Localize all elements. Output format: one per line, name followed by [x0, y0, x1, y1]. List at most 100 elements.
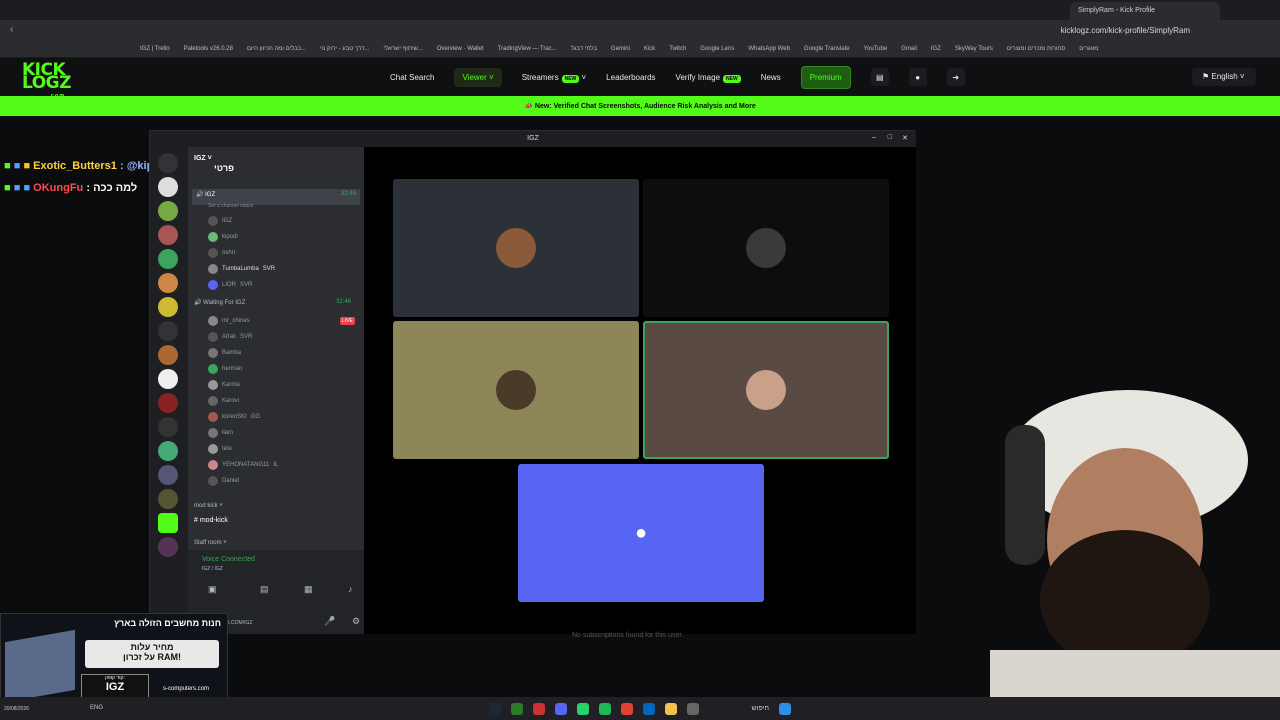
voice-member[interactable]: kipodi: [208, 231, 238, 243]
chart-icon[interactable]: ▤: [870, 68, 889, 86]
server-icon[interactable]: [158, 441, 178, 461]
mic-icon[interactable]: 🎤: [324, 616, 335, 627]
voice-member[interactable]: LIOR SVR: [208, 279, 252, 291]
maximize-icon[interactable]: □: [888, 134, 892, 141]
video-tile[interactable]: [393, 321, 639, 459]
bookmark[interactable]: מאגרים: [1079, 46, 1098, 57]
screen-share-icon[interactable]: ▤: [260, 584, 269, 595]
bookmark[interactable]: Google Translate: [804, 46, 850, 57]
bookmark[interactable]: TradingView — Trac...: [498, 46, 557, 57]
server-icon[interactable]: [158, 537, 178, 557]
taskbar-search[interactable]: חיפוש: [709, 705, 769, 712]
category-mod-kick[interactable]: mod kick ˅: [194, 503, 223, 509]
voice-member[interactable]: Afrak SVR: [208, 331, 252, 343]
voice-member[interactable]: tete: [208, 443, 232, 455]
minimize-icon[interactable]: –: [872, 134, 876, 141]
app-icon[interactable]: [533, 702, 545, 715]
server-name[interactable]: IGZ ˅: [194, 155, 212, 162]
app-icon[interactable]: [555, 702, 567, 715]
premium-button[interactable]: Premium: [800, 65, 851, 89]
bookmark[interactable]: SkyWay Tours: [955, 46, 993, 57]
nav-chat-search[interactable]: Chat Search: [390, 73, 434, 82]
camera-off-icon[interactable]: ▣: [208, 584, 217, 595]
server-icon[interactable]: [158, 177, 178, 197]
voice-member[interactable]: herman: [208, 363, 242, 375]
bookmark[interactable]: שיתוף ישראלי...: [383, 46, 422, 57]
windows-start-icon[interactable]: [779, 702, 791, 715]
discord-home-icon[interactable]: [158, 153, 178, 173]
discord-icon[interactable]: ●: [908, 68, 927, 86]
voice-member[interactable]: Karma: [208, 379, 240, 391]
bookmark[interactable]: IGZ: [931, 46, 941, 57]
kick-server-icon[interactable]: [158, 513, 178, 533]
video-tile[interactable]: [643, 179, 889, 317]
server-icon[interactable]: [158, 225, 178, 245]
video-tile[interactable]: ●: [518, 464, 764, 602]
chrome-icon[interactable]: [621, 702, 633, 715]
voice-member[interactable]: YEHONATANG11 IL: [208, 459, 278, 471]
folder-icon[interactable]: [665, 702, 677, 715]
server-icon[interactable]: [158, 393, 178, 413]
voice-channel-waiting[interactable]: 🔊 Waiting For IGZ: [194, 299, 245, 306]
whatsapp-icon[interactable]: [577, 702, 589, 715]
nav-streamers[interactable]: Streamers NEW ˅: [522, 73, 586, 83]
app-icon[interactable]: [643, 702, 655, 715]
steam-icon[interactable]: [489, 702, 501, 715]
bookmark[interactable]: Gemini: [611, 46, 630, 57]
spotify-icon[interactable]: [599, 702, 611, 715]
bookmark[interactable]: Gmail: [901, 46, 917, 57]
text-channel-mod-kick[interactable]: # mod-kick: [194, 517, 228, 524]
server-icon[interactable]: [158, 417, 178, 437]
app-icon[interactable]: [687, 702, 699, 715]
server-icon[interactable]: [158, 369, 178, 389]
server-icon[interactable]: [158, 201, 178, 221]
soundboard-icon[interactable]: ♪: [348, 584, 353, 594]
settings-icon[interactable]: ⚙: [352, 616, 360, 627]
bookmark[interactable]: YouTube: [864, 46, 888, 57]
voice-member[interactable]: Daniel: [208, 475, 239, 487]
activities-icon[interactable]: ▦: [304, 584, 313, 595]
nav-viewer[interactable]: Viewer ˅: [454, 67, 502, 87]
video-tile-speaking[interactable]: [643, 321, 889, 459]
nav-leaderboards[interactable]: Leaderboards: [606, 73, 655, 82]
close-icon[interactable]: ✕: [902, 134, 908, 142]
taskbar-lang[interactable]: ENG: [90, 705, 103, 711]
bookmark[interactable]: כבלים ומה הכיוון היום...: [247, 46, 306, 57]
bookmark[interactable]: WhatsApp Web: [748, 46, 790, 57]
server-icon[interactable]: [158, 489, 178, 509]
url-text[interactable]: kicklogz.com/kick-profile/SimplyRam: [1061, 26, 1190, 35]
bookmark[interactable]: Twitch: [669, 46, 686, 57]
video-tile[interactable]: [393, 179, 639, 317]
server-icon[interactable]: [158, 297, 178, 317]
server-icon[interactable]: [158, 249, 178, 269]
server-icon[interactable]: [158, 465, 178, 485]
bookmark[interactable]: Paletools v26.0.28: [184, 46, 233, 57]
bookmark[interactable]: בלתי דבגל: [571, 46, 597, 57]
server-icon[interactable]: [158, 345, 178, 365]
nav-verify-image[interactable]: Verify Image NEW: [676, 73, 741, 83]
language-select[interactable]: ⚑ English ˅: [1192, 68, 1256, 86]
login-icon[interactable]: ➜: [946, 68, 965, 86]
bookmark[interactable]: דרך טבע - ירוק נוי...: [320, 46, 369, 57]
voice-member[interactable]: IGZ: [208, 215, 232, 227]
voice-member[interactable]: Karovi: [208, 395, 239, 407]
voice-member[interactable]: mr_chines: [208, 315, 250, 327]
voice-member[interactable]: oshri: [208, 247, 235, 259]
bookmark[interactable]: Google Lens: [700, 46, 734, 57]
browser-tab[interactable]: SimplyRam - Kick Profile: [1070, 2, 1220, 20]
server-icon[interactable]: [158, 273, 178, 293]
bookmark[interactable]: Kick: [644, 46, 655, 57]
announcement-banner[interactable]: 📣 New: Verified Chat Screenshots, Audien…: [0, 96, 1280, 116]
back-icon[interactable]: ‹: [10, 24, 13, 35]
nav-news[interactable]: News: [761, 73, 781, 82]
sponsor-ad[interactable]: חנות מחשבים הזולה בארץ מחיר עלות על זכרו…: [0, 613, 228, 703]
voice-member[interactable]: liam: [208, 427, 233, 439]
bookmark[interactable]: סחורות ומכרים ומוצרים: [1007, 46, 1065, 57]
bookmark[interactable]: IGZ | Trello: [140, 46, 170, 57]
voice-member[interactable]: korenSKI GG: [208, 411, 260, 423]
channel-status[interactable]: Set a channel status: [208, 203, 253, 209]
voice-member[interactable]: TumbaLumba SVR: [208, 263, 275, 275]
voice-member[interactable]: Bamba: [208, 347, 241, 359]
category-staff-room[interactable]: Staff room ˅: [194, 540, 227, 546]
address-bar[interactable]: ‹ kicklogz.com/kick-profile/SimplyRam: [0, 20, 1280, 42]
